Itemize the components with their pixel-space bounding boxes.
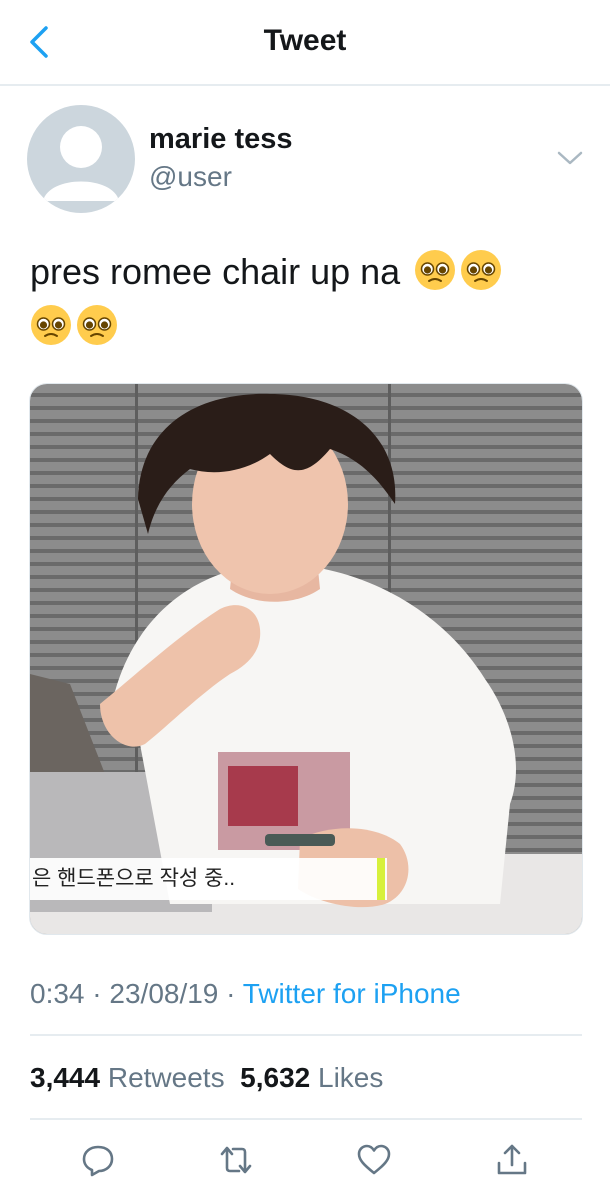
meta-separator: · bbox=[226, 978, 236, 1009]
pleading-face-emoji-icon bbox=[31, 305, 71, 345]
tweet-meta: 0:34 · 23/08/19 · Twitter for iPhone bbox=[30, 978, 461, 1010]
divider bbox=[30, 1118, 582, 1120]
tweet-media-image[interactable]: 은 핸드폰으로 작성 중.. bbox=[29, 383, 583, 935]
tweet-time: 0:34 bbox=[30, 978, 85, 1009]
media-photo bbox=[30, 384, 582, 934]
caption-accent-bar bbox=[377, 858, 385, 900]
chevron-down-icon[interactable] bbox=[556, 148, 584, 168]
reply-icon[interactable] bbox=[80, 1142, 116, 1178]
like-icon[interactable] bbox=[356, 1142, 392, 1178]
pleading-face-emoji-icon bbox=[461, 250, 502, 290]
retweets-count: 3,444 bbox=[30, 1062, 101, 1093]
author-name[interactable]: marie tess bbox=[149, 123, 293, 156]
meta-separator: · bbox=[92, 978, 102, 1009]
likes-count: 5,632 bbox=[240, 1062, 311, 1093]
pleading-face-emoji-icon bbox=[77, 305, 117, 345]
tweet-text-content: pres romee chair up na bbox=[30, 251, 401, 292]
likes-stat[interactable]: 5,632 Likes bbox=[240, 1062, 383, 1093]
default-avatar-icon bbox=[43, 126, 119, 201]
author-handle[interactable]: @user bbox=[149, 161, 232, 193]
media-caption: 은 핸드폰으로 작성 중.. bbox=[30, 858, 387, 900]
retweets-stat[interactable]: 3,444 Retweets bbox=[30, 1062, 225, 1093]
retweets-label: Retweets bbox=[107, 1062, 225, 1093]
likes-label: Likes bbox=[318, 1062, 384, 1093]
tweet-text: pres romee chair up na bbox=[30, 244, 580, 354]
avatar[interactable] bbox=[27, 105, 135, 213]
tweet-date: 23/08/19 bbox=[109, 978, 219, 1009]
share-icon[interactable] bbox=[494, 1142, 530, 1178]
divider bbox=[30, 1034, 582, 1036]
tweet-source-link[interactable]: Twitter for iPhone bbox=[243, 978, 461, 1009]
page-title: Tweet bbox=[263, 24, 347, 57]
retweet-icon[interactable] bbox=[218, 1142, 254, 1178]
top-nav-bar: Tweet bbox=[0, 0, 610, 86]
pleading-face-emoji-icon bbox=[415, 250, 456, 290]
tweet-stats: 3,444 Retweets 5,632 Likes bbox=[30, 1062, 383, 1094]
